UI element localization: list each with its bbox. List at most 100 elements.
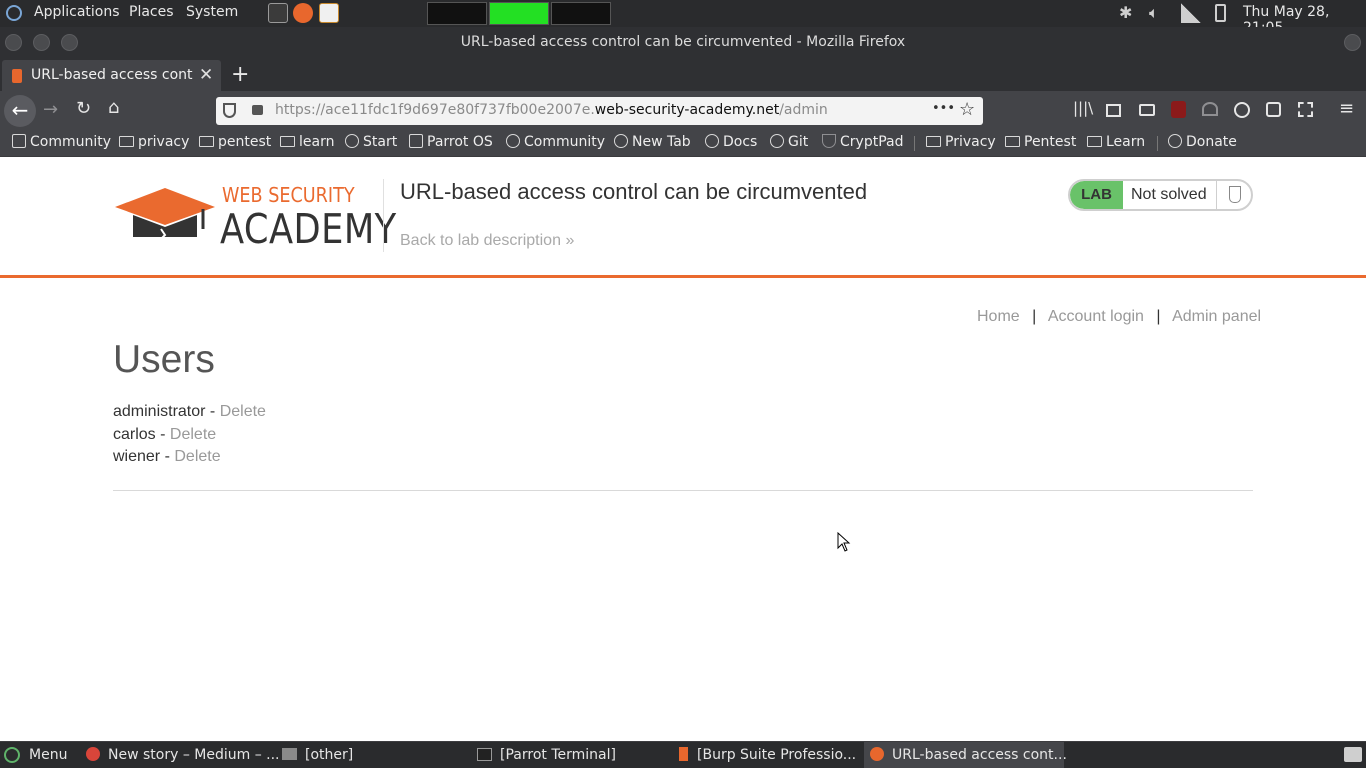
taskbar-menu-button[interactable]: Menu: [29, 747, 67, 763]
terminal-launcher-icon[interactable]: [268, 3, 288, 23]
taskbar-item-burp[interactable]: [Burp Suite Professio...: [679, 747, 856, 763]
taskbar-item-terminal[interactable]: [Parrot Terminal]: [477, 747, 616, 763]
delete-user-link[interactable]: Delete: [220, 403, 266, 420]
text-editor-launcher-icon[interactable]: [319, 3, 339, 23]
tracking-shield-icon[interactable]: [223, 103, 236, 118]
cpu-graph: [427, 2, 487, 25]
page-content: WEB SECURITY ACADEMY URL-based access co…: [0, 157, 1366, 741]
folder-icon: [280, 136, 295, 147]
window-extra-button[interactable]: [1344, 34, 1361, 51]
parrot-menu-icon[interactable]: [6, 5, 22, 21]
signal-icon[interactable]: [1181, 3, 1201, 23]
volume-icon[interactable]: 🔈︎: [1149, 3, 1159, 23]
ublock-icon[interactable]: [1171, 101, 1186, 118]
folder-icon: [1005, 136, 1020, 147]
bluetooth-icon[interactable]: ✱: [1119, 3, 1132, 22]
community-icon: [12, 134, 26, 148]
double-chevron-right-icon: »: [565, 232, 575, 249]
back-to-lab-description-link[interactable]: Back to lab description »: [400, 232, 574, 250]
folder-icon: [1087, 136, 1102, 147]
user-row: carlos - Delete: [113, 426, 217, 443]
folder-icon: [119, 136, 134, 147]
shield-icon: [822, 134, 836, 148]
nav-account-login-link[interactable]: Account login: [1048, 308, 1144, 325]
new-tab-icon[interactable]: +: [231, 62, 249, 87]
bookmark-start[interactable]: Start: [345, 134, 397, 150]
tab-active[interactable]: URL-based access contro ✕: [2, 60, 221, 91]
bookmark-parrot-os[interactable]: Parrot OS: [409, 134, 493, 150]
taskbar-item-firefox[interactable]: URL-based access cont...: [864, 742, 1067, 768]
bookmark-privacy-folder[interactable]: privacy: [119, 134, 189, 150]
sidebar-icon[interactable]: [1106, 104, 1121, 117]
tab-strip: URL-based access contro ✕ +: [0, 58, 1366, 91]
forward-button-icon[interactable]: →: [43, 99, 58, 120]
system-panel: Applications Places System ✱ 🔈︎ Thu May …: [0, 0, 1366, 36]
battery-icon[interactable]: [1215, 4, 1226, 22]
taskbar-item-other[interactable]: [other]: [282, 747, 353, 763]
bookmarks-toolbar: Community privacy pentest learn Start Pa…: [0, 130, 1366, 157]
bookmark-community-2[interactable]: Community: [506, 134, 605, 150]
url-bar[interactable]: https://ace11fdc1f9d697e80f737fb00e2007e…: [216, 97, 983, 125]
bookmark-pentest-folder[interactable]: pentest: [199, 134, 271, 150]
bookmark-community-1[interactable]: Community: [12, 134, 111, 150]
bookmark-git[interactable]: Git: [770, 134, 808, 150]
bookmark-star-icon[interactable]: ☆: [959, 99, 975, 120]
firefox-launcher-icon[interactable]: [293, 3, 313, 23]
tab-close-icon[interactable]: ✕: [199, 65, 213, 85]
home-icon[interactable]: ⌂: [108, 97, 119, 118]
container-icon[interactable]: [1266, 102, 1281, 117]
lab-label: LAB: [1070, 181, 1123, 209]
delete-user-link[interactable]: Delete: [174, 448, 220, 465]
user-name: administrator: [113, 403, 206, 420]
bookmark-docs[interactable]: Docs: [705, 134, 757, 150]
nav-home-link[interactable]: Home: [977, 308, 1020, 325]
bookmark-separator: [914, 136, 915, 151]
user-row: wiener - Delete: [113, 448, 221, 465]
account-icon[interactable]: [1234, 102, 1250, 118]
bookmark-cryptpad[interactable]: CryptPad: [822, 134, 903, 150]
library-icon[interactable]: |||\: [1073, 99, 1093, 117]
bookmark-pentest-folder-2[interactable]: Pentest: [1005, 134, 1076, 150]
nav-admin-panel-link[interactable]: Admin panel: [1172, 308, 1261, 325]
extensions-icon[interactable]: [1298, 102, 1313, 117]
places-menu[interactable]: Places: [129, 4, 174, 20]
bookmark-learn-folder-2[interactable]: Learn: [1087, 134, 1145, 150]
delete-user-link[interactable]: Delete: [170, 426, 216, 443]
window-titlebar: URL-based access control can be circumve…: [0, 27, 1366, 58]
show-desktop-icon[interactable]: [1344, 747, 1362, 762]
lab-header: WEB SECURITY ACADEMY URL-based access co…: [0, 157, 1366, 278]
foxyproxy-icon[interactable]: [1202, 102, 1218, 116]
folder-icon: [926, 136, 941, 147]
back-button-icon[interactable]: ←: [4, 95, 36, 127]
globe-icon: [705, 134, 719, 148]
academy-logo-icon[interactable]: [113, 185, 218, 243]
globe-icon: [614, 134, 628, 148]
bookmark-new-tab[interactable]: New Tab: [614, 134, 691, 150]
url-text[interactable]: https://ace11fdc1f9d697e80f737fb00e2007e…: [275, 102, 828, 118]
lab-status-badge: LAB Not solved: [1068, 179, 1253, 211]
flask-icon[interactable]: [1229, 186, 1241, 203]
logo-web-security: WEB SECURITY: [222, 183, 355, 207]
network-graph: [551, 2, 611, 25]
chrome-icon: [86, 747, 100, 761]
screenshot-icon[interactable]: [1139, 104, 1155, 116]
folder-icon: [199, 136, 214, 147]
lock-icon[interactable]: [252, 105, 263, 115]
url-prefix: https://ace11fdc1f9d697e80f737fb00e2007e…: [275, 102, 595, 118]
site-nav: Home | Account login | Admin panel: [977, 308, 1261, 326]
lab-title: URL-based access control can be circumve…: [400, 179, 868, 204]
system-menu[interactable]: System: [186, 4, 238, 20]
user-name: wiener: [113, 448, 161, 465]
bookmark-donate[interactable]: Donate: [1168, 134, 1237, 150]
menu-icon[interactable]: [4, 747, 20, 763]
bookmark-privacy-folder-2[interactable]: Privacy: [926, 134, 996, 150]
bookmark-learn-folder[interactable]: learn: [280, 134, 334, 150]
page-actions-icon[interactable]: •••: [932, 101, 955, 116]
reload-icon[interactable]: ↻: [76, 98, 91, 119]
memory-graph: [489, 2, 549, 25]
applications-menu[interactable]: Applications: [34, 4, 120, 20]
taskbar-item-medium[interactable]: New story – Medium – ...: [86, 747, 280, 763]
content-divider: [113, 490, 1253, 491]
hamburger-menu-icon[interactable]: ≡: [1339, 98, 1354, 119]
burp-favicon-icon: [12, 69, 22, 83]
